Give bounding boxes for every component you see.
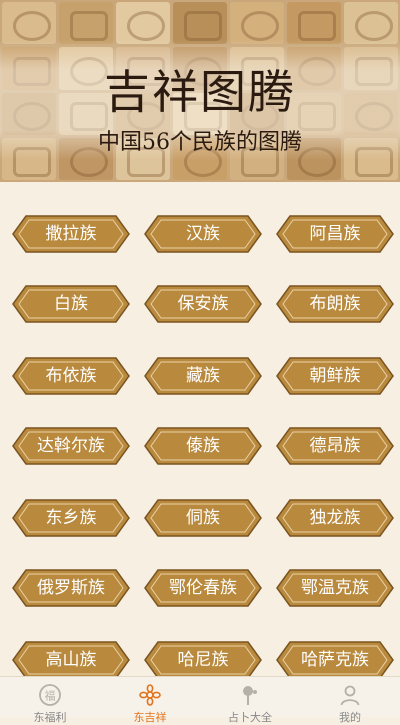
tribe-button[interactable]: 保安族	[144, 285, 262, 323]
tribe-button[interactable]: 高山族	[12, 641, 130, 676]
bottom-tab-bar: 福 东福利 东吉祥 占卜大全 我的	[0, 676, 400, 724]
tab-fuli[interactable]: 福 东福利	[0, 677, 100, 724]
tribe-button[interactable]: 白族	[12, 285, 130, 323]
fu-icon: 福	[39, 684, 61, 706]
divination-icon	[243, 686, 257, 705]
hero-banner: 吉祥图腾 中国56个民族的图腾	[0, 0, 400, 182]
tribe-button[interactable]: 东乡族	[12, 499, 130, 537]
tribe-button[interactable]: 傣族	[144, 427, 262, 465]
tribe-grid: 撒拉族 汉族 阿昌族 白族 保安族 布朗族 布依族 藏族 朝鲜族 达斡尔族 傣族…	[0, 182, 400, 676]
tribe-button[interactable]: 鄂伦春族	[144, 569, 262, 607]
tab-zhanbu[interactable]: 占卜大全	[200, 677, 300, 724]
tribe-button[interactable]: 撒拉族	[12, 215, 130, 253]
tribe-button[interactable]: 布朗族	[276, 285, 394, 323]
tribe-button[interactable]: 藏族	[144, 357, 262, 395]
tribe-button[interactable]: 汉族	[144, 215, 262, 253]
svg-text:福: 福	[45, 689, 56, 703]
tribe-button[interactable]: 德昂族	[276, 427, 394, 465]
profile-icon	[340, 685, 360, 706]
tribe-button[interactable]: 哈尼族	[144, 641, 262, 676]
tab-jixiang[interactable]: 东吉祥	[100, 677, 200, 724]
tribe-button[interactable]: 布依族	[12, 357, 130, 395]
tribe-button[interactable]: 哈萨克族	[276, 641, 394, 676]
tribe-button[interactable]: 独龙族	[276, 499, 394, 537]
tribe-button[interactable]: 阿昌族	[276, 215, 394, 253]
tribe-button[interactable]: 朝鲜族	[276, 357, 394, 395]
tribe-button[interactable]: 侗族	[144, 499, 262, 537]
tribe-button[interactable]: 俄罗斯族	[12, 569, 130, 607]
page-subtitle: 中国56个民族的图腾	[98, 130, 302, 155]
flower-icon	[139, 684, 161, 706]
tribe-button[interactable]: 达斡尔族	[12, 427, 130, 465]
tribe-button[interactable]: 鄂温克族	[276, 569, 394, 607]
tab-profile[interactable]: 我的	[300, 677, 400, 724]
page-title: 吉祥图腾	[104, 65, 296, 119]
